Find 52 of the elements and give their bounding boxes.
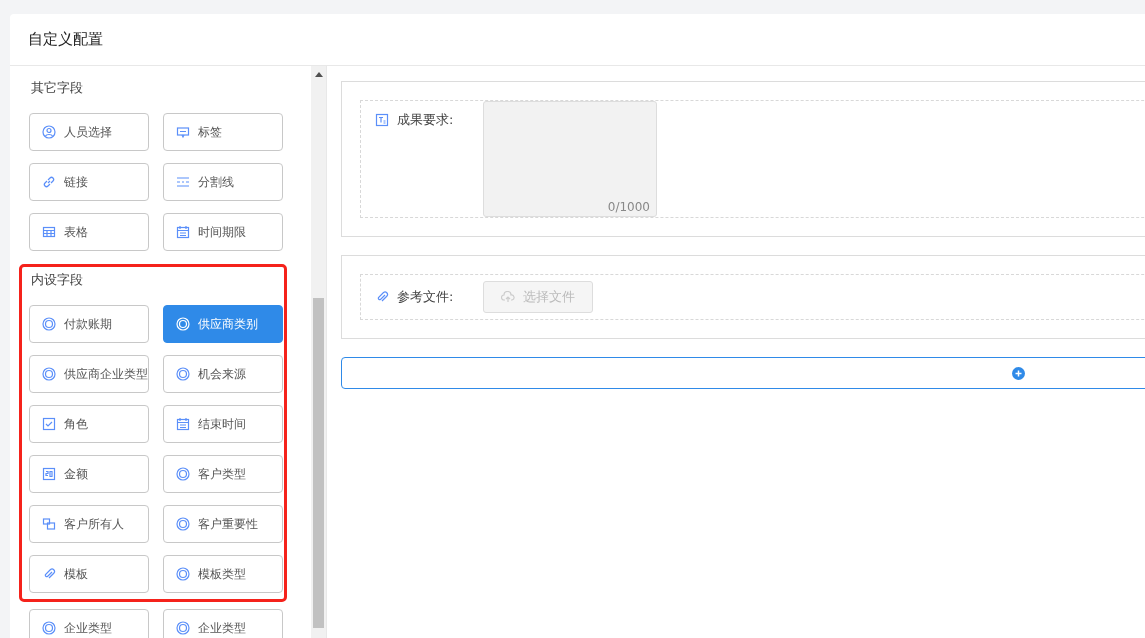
plus-circle-icon <box>1012 366 1025 380</box>
char-count: 0/1000 <box>607 200 650 214</box>
window-title: 自定义配置 <box>28 30 103 49</box>
field-label: 成果要求: <box>397 111 454 129</box>
table-icon <box>42 225 56 239</box>
section-title: 内设字段 <box>30 271 84 289</box>
link-icon <box>42 175 56 189</box>
field-button[interactable]: 链接 <box>29 163 149 201</box>
field-button[interactable]: 付款账期 <box>29 305 149 343</box>
radio-icon <box>176 467 190 481</box>
field-button[interactable]: 角色 <box>29 405 149 443</box>
field-button[interactable]: 客户重要性 <box>163 505 283 543</box>
section-title: 其它字段 <box>30 79 84 97</box>
radio-icon <box>176 621 190 635</box>
field-button[interactable]: 客户类型 <box>163 455 283 493</box>
field-label: 参考文件: <box>397 288 454 306</box>
number-icon <box>42 467 56 481</box>
field-button[interactable]: 企业类型 <box>163 609 283 638</box>
calendar-icon <box>176 225 190 239</box>
scrollbar[interactable] <box>311 66 326 638</box>
field-button[interactable]: 企业类型 <box>29 609 149 638</box>
squares-icon <box>42 517 56 531</box>
text-icon <box>375 113 389 127</box>
upload-cloud-icon <box>501 291 515 303</box>
field-button[interactable]: 客户所有人 <box>29 505 149 543</box>
radio-icon <box>176 567 190 581</box>
checkbox-icon <box>42 417 56 431</box>
divider-icon <box>176 175 190 189</box>
field-button[interactable]: 供应商企业类型 <box>29 355 149 393</box>
field-button[interactable]: 标签 <box>163 113 283 151</box>
comment-icon <box>176 125 190 139</box>
field-button[interactable]: 时间期限 <box>163 213 283 251</box>
paperclip-icon <box>42 567 56 581</box>
field-button[interactable]: 供应商类别 <box>163 305 283 343</box>
field-button[interactable]: 人员选择 <box>29 113 149 151</box>
field-button[interactable]: 模板类型 <box>163 555 283 593</box>
field-button[interactable]: 表格 <box>29 213 149 251</box>
radio-icon <box>176 317 190 331</box>
field-button[interactable]: 金额 <box>29 455 149 493</box>
radio-icon <box>176 517 190 531</box>
field-button[interactable]: 结束时间 <box>163 405 283 443</box>
field-button[interactable]: 分割线 <box>163 163 283 201</box>
radio-icon <box>42 367 56 381</box>
calendar-icon <box>176 417 190 431</box>
scroll-up-icon[interactable] <box>314 72 323 77</box>
field-button[interactable]: 机会来源 <box>163 355 283 393</box>
radio-icon <box>176 367 190 381</box>
paperclip-icon <box>375 290 389 304</box>
user-icon <box>42 125 56 139</box>
field-button[interactable]: 模板 <box>29 555 149 593</box>
radio-icon <box>42 317 56 331</box>
radio-icon <box>42 621 56 635</box>
